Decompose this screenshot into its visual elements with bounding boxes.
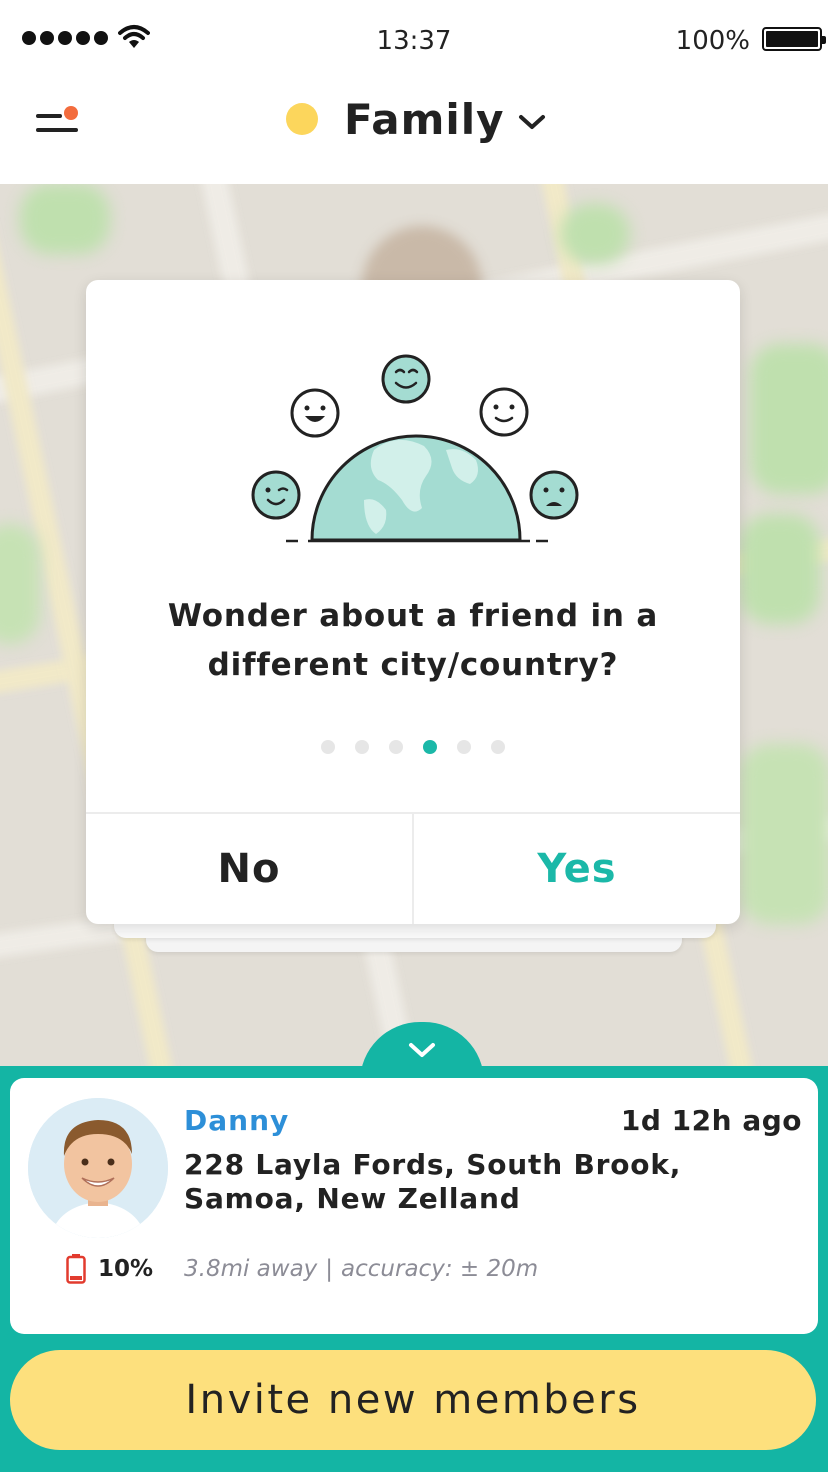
- battery-low-icon: [66, 1254, 86, 1284]
- avatar[interactable]: [28, 1098, 168, 1238]
- meta-separator: |: [325, 1256, 334, 1282]
- card-actions: No Yes: [86, 812, 740, 924]
- yes-button[interactable]: Yes: [414, 814, 740, 924]
- last-seen: 1d 12h ago: [620, 1104, 802, 1137]
- distance: 3.8mi away: [184, 1256, 318, 1282]
- member-address: 228 Layla Fords, South Brook, Samoa, New…: [184, 1148, 682, 1215]
- page-dot: [321, 740, 335, 754]
- group-color-dot: [286, 103, 318, 135]
- globe-with-faces-illustration: [251, 354, 579, 543]
- menu-button[interactable]: [34, 100, 84, 140]
- accuracy: accuracy: ± 20m: [341, 1256, 539, 1282]
- onboarding-card: Wonder about a friend in a different cit…: [86, 280, 740, 924]
- invite-members-button[interactable]: Invite new members: [10, 1350, 816, 1450]
- member-card[interactable]: 10% Danny 1d 12h ago 228 Layla Fords, So…: [10, 1078, 818, 1334]
- app-header: Family: [0, 80, 828, 184]
- page-dot-active: [423, 740, 437, 754]
- page-dot: [491, 740, 505, 754]
- menu-icon-line: [36, 128, 78, 132]
- chevron-down-icon: [518, 115, 545, 129]
- chevron-down-icon[interactable]: [406, 1040, 438, 1060]
- menu-icon: [36, 114, 62, 118]
- battery-icon: [762, 27, 826, 51]
- notification-dot: [64, 106, 78, 120]
- page-dot: [457, 740, 471, 754]
- avatar-image: [28, 1098, 168, 1238]
- group-selector[interactable]: Family: [286, 94, 547, 144]
- location-meta: 3.8mi away | accuracy: ± 20m: [184, 1256, 538, 1282]
- member-name[interactable]: Danny: [184, 1104, 289, 1137]
- battery-percent: 100%: [675, 26, 750, 56]
- page-indicator: [86, 740, 740, 754]
- onboarding-question: Wonder about a friend in a different cit…: [167, 598, 659, 683]
- battery-level: 10%: [98, 1256, 154, 1282]
- page-dot: [355, 740, 369, 754]
- page-dot: [389, 740, 403, 754]
- no-button[interactable]: No: [86, 814, 414, 924]
- group-name: Family: [344, 94, 505, 144]
- status-bar: 13:37 100%: [0, 0, 828, 80]
